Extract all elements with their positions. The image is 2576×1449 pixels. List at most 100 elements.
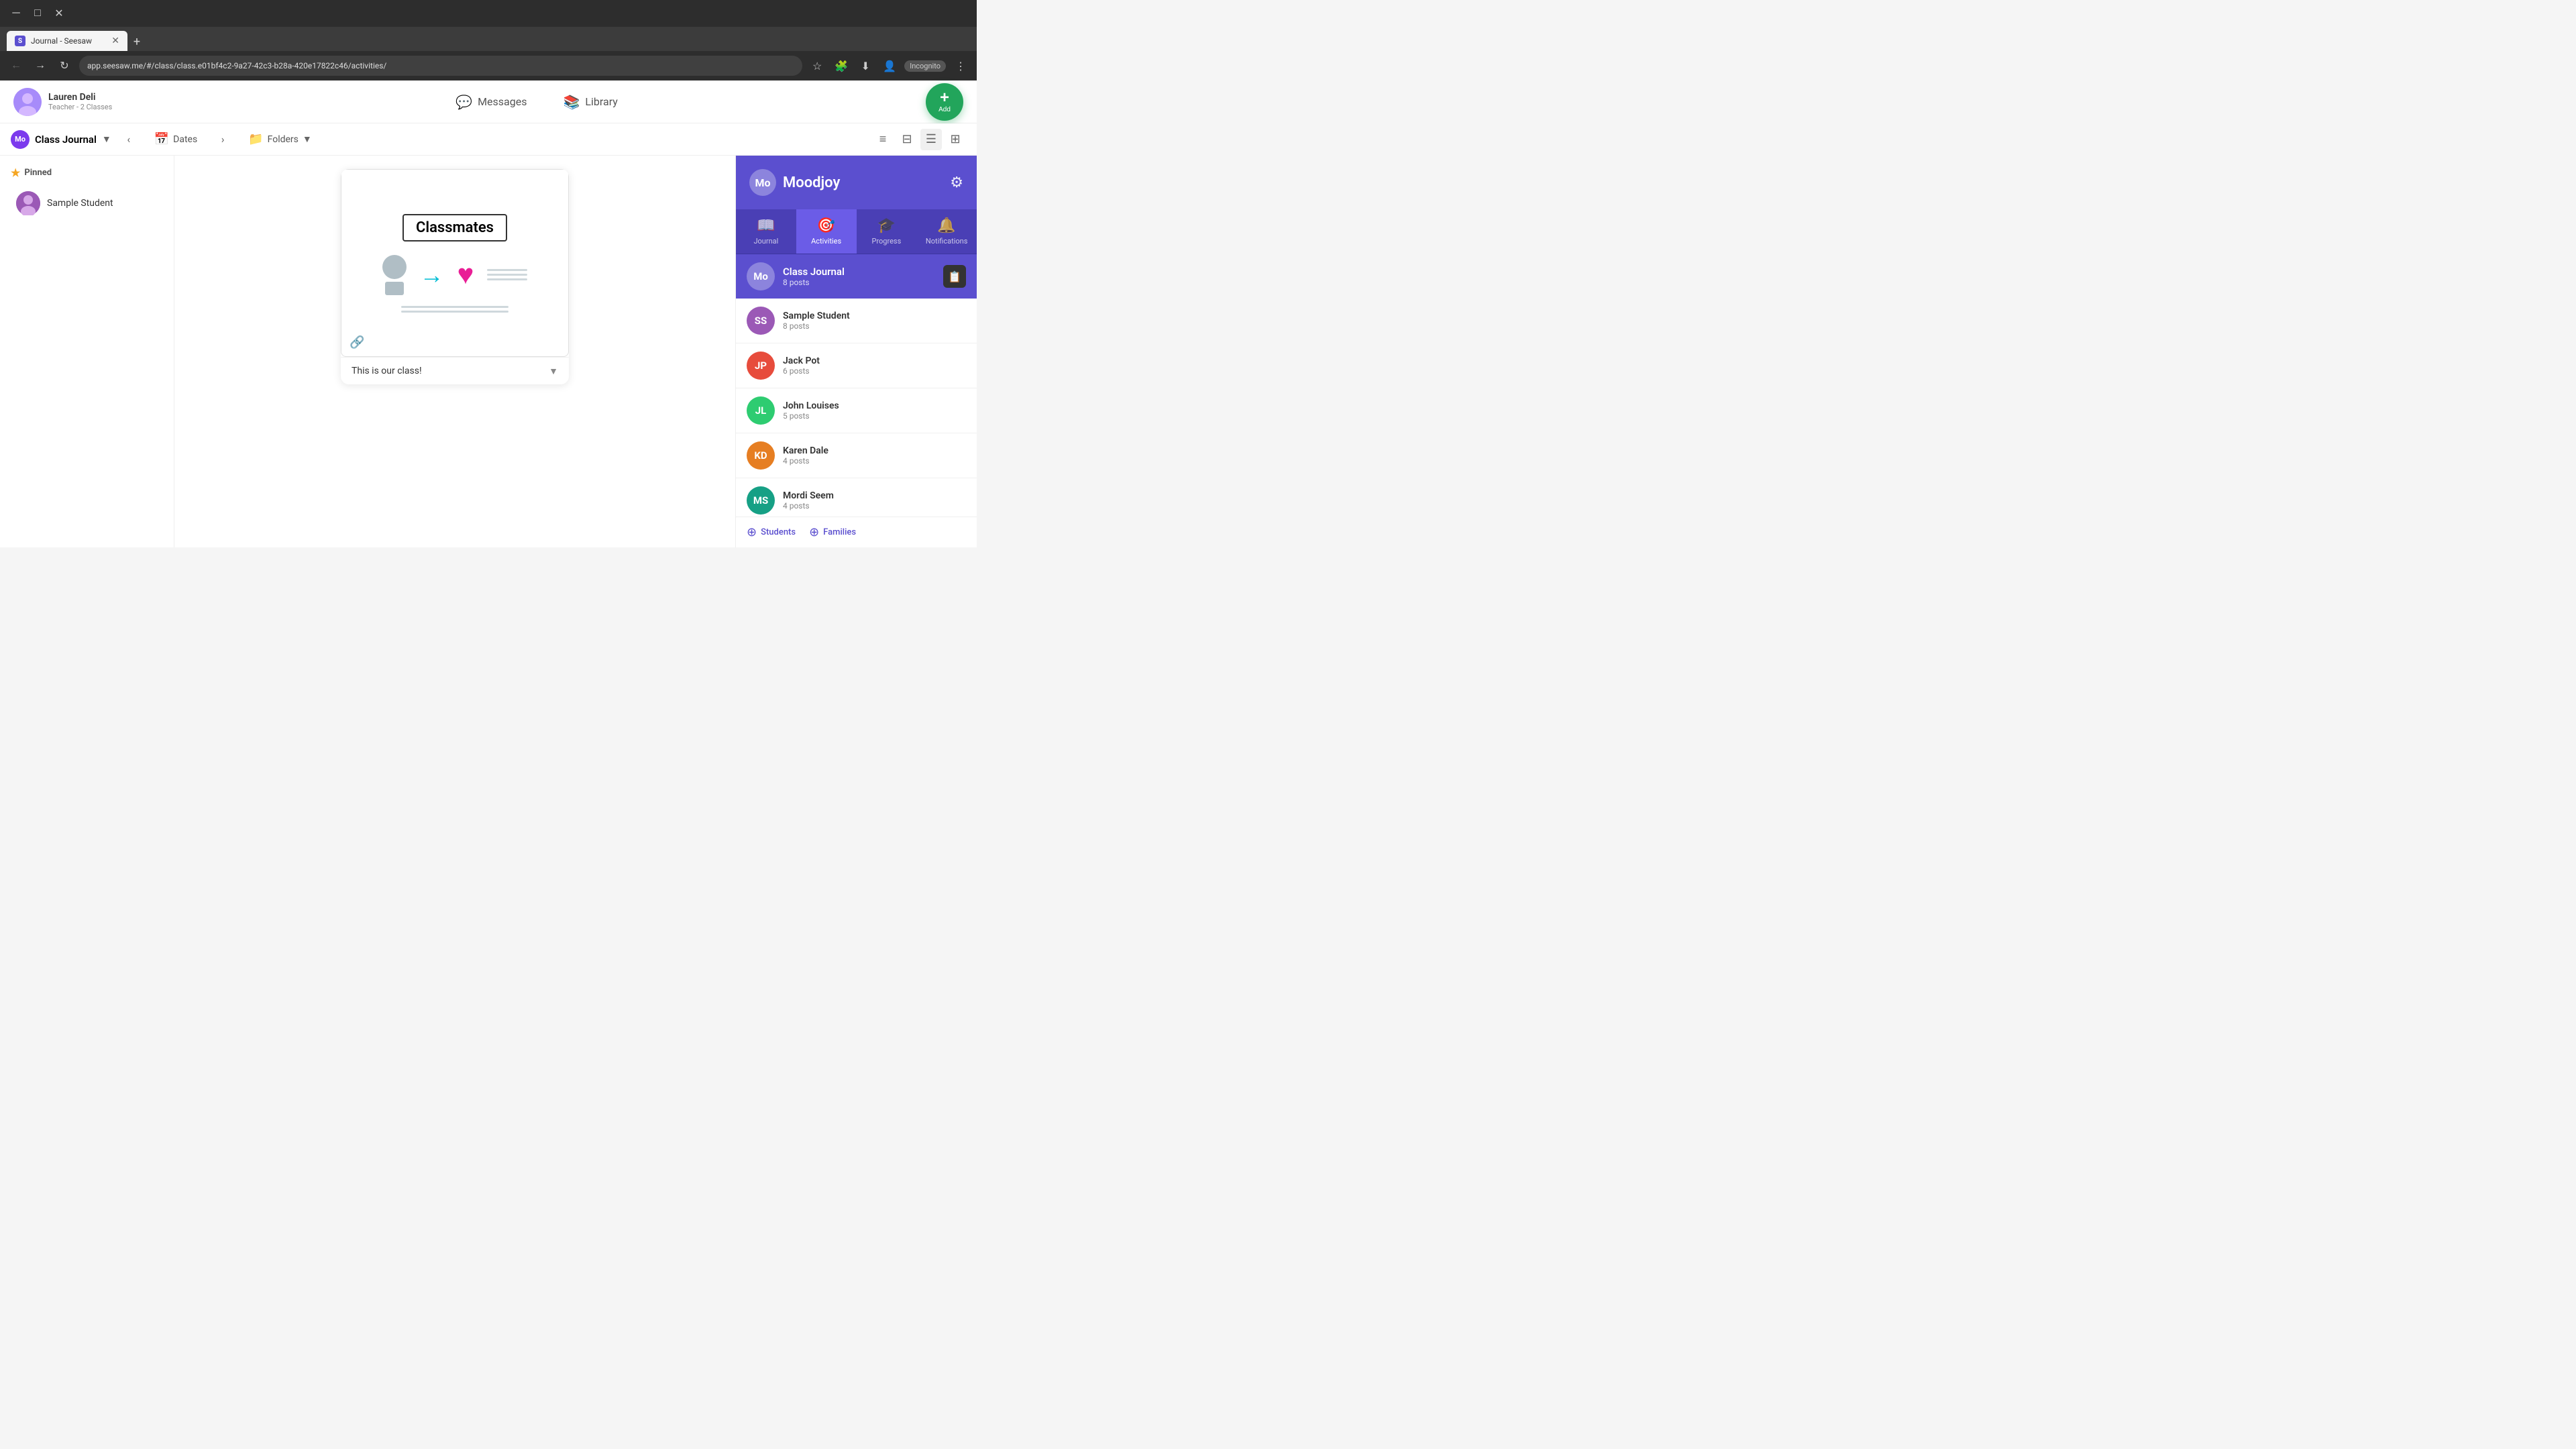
new-tab-button[interactable]: + xyxy=(127,32,146,51)
tab-bar: S Journal - Seesaw ✕ + xyxy=(0,27,977,51)
student-name: Karen Dale xyxy=(783,445,828,456)
class-journal-action-button[interactable]: 📋 xyxy=(943,265,966,288)
grid-view-button[interactable]: ⊞ xyxy=(945,129,966,150)
caption-expand-icon[interactable]: ▼ xyxy=(549,366,558,377)
maximize-button[interactable]: □ xyxy=(28,4,47,23)
list-item[interactable]: JP Jack Pot 6 posts xyxy=(736,343,977,388)
next-arrow-button[interactable]: › xyxy=(213,130,232,149)
list-item[interactable]: MS Mordi Seem 4 posts xyxy=(736,478,977,517)
messages-nav-item[interactable]: 💬 Messages xyxy=(447,89,535,115)
post-lines xyxy=(388,306,522,313)
student-info: Jack Pot 6 posts xyxy=(783,356,820,376)
filter-sliders-button[interactable]: ⊟ xyxy=(896,129,918,150)
messages-icon: 💬 xyxy=(455,94,472,110)
tab-progress[interactable]: 🎓 Progress xyxy=(857,209,917,254)
class-journal-avatar: Mo xyxy=(747,262,775,290)
star-icon: ★ xyxy=(11,166,20,179)
post-caption: This is our class! ▼ xyxy=(341,357,569,384)
filter-options-button[interactable]: ≡ xyxy=(872,129,894,150)
view-toggle-buttons: ≡ ⊟ ☰ ⊞ xyxy=(872,129,966,150)
prev-arrow-button[interactable]: ‹ xyxy=(119,130,138,149)
student-info: Mordi Seem 4 posts xyxy=(783,490,834,511)
heart-icon: ♥ xyxy=(458,258,474,291)
avatar: JP xyxy=(747,352,775,380)
bookmark-button[interactable]: ☆ xyxy=(808,56,826,75)
class-dropdown-chevron-icon: ▼ xyxy=(102,133,111,145)
add-students-label: Students xyxy=(761,527,796,537)
download-button[interactable]: ⬇ xyxy=(856,56,875,75)
folders-filter-button[interactable]: 📁 Folders ▼ xyxy=(240,129,320,149)
class-full-name: Moodjoy xyxy=(783,174,840,191)
reload-button[interactable]: ↻ xyxy=(55,56,74,75)
class-journal-item[interactable]: Mo Class Journal 8 posts 📋 xyxy=(736,254,977,299)
post-scene: → ♥ xyxy=(382,255,528,295)
tab-journal[interactable]: 📖 Journal xyxy=(736,209,796,254)
library-icon: 📚 xyxy=(563,94,580,110)
post-caption-text: This is our class! xyxy=(352,366,422,376)
address-bar-row: ← → ↻ app.seesaw.me/#/class/class.e01bf4… xyxy=(0,51,977,80)
avatar: SS xyxy=(747,307,775,335)
pinned-label: ★ Pinned xyxy=(11,166,163,179)
active-tab[interactable]: S Journal - Seesaw ✕ xyxy=(7,31,127,51)
activities-tab-icon: 🎯 xyxy=(817,217,835,234)
extensions-button[interactable]: 🧩 xyxy=(832,56,851,75)
student-info: Karen Dale 4 posts xyxy=(783,445,828,466)
avatar xyxy=(16,191,40,215)
dates-label: Dates xyxy=(173,134,197,145)
settings-icon[interactable]: ⚙ xyxy=(950,174,963,191)
tab-activities[interactable]: 🎯 Activities xyxy=(796,209,857,254)
add-button[interactable]: + Add xyxy=(926,83,963,121)
student-posts: 4 posts xyxy=(783,456,828,466)
library-nav-item[interactable]: 📚 Library xyxy=(555,89,625,115)
progress-tab-label: Progress xyxy=(871,237,901,246)
class-journal-posts: 8 posts xyxy=(783,278,935,287)
student-posts: 5 posts xyxy=(783,411,839,421)
forward-button[interactable]: → xyxy=(31,56,50,75)
panel-add-row: ⊕ Students ⊕ Families xyxy=(736,517,977,547)
class-journal-info: Class Journal 8 posts xyxy=(783,266,935,287)
dates-filter-button[interactable]: 📅 Dates xyxy=(146,129,205,149)
progress-tab-icon: 🎓 xyxy=(877,217,896,234)
arrow-right-icon: → xyxy=(420,261,444,289)
tab-notifications[interactable]: 🔔 Notifications xyxy=(916,209,977,254)
student-name: John Louises xyxy=(783,400,839,411)
list-item[interactable]: JL John Louises 5 posts xyxy=(736,388,977,433)
folders-label: Folders xyxy=(268,134,299,145)
student-info: Sample Student 8 posts xyxy=(783,311,850,331)
window-buttons[interactable]: ─ □ ✕ xyxy=(7,4,68,23)
address-bar[interactable]: app.seesaw.me/#/class/class.e01bf4c2-9a2… xyxy=(79,56,802,76)
minimize-button[interactable]: ─ xyxy=(7,4,25,23)
add-students-button[interactable]: ⊕ Students xyxy=(747,525,796,539)
add-families-button[interactable]: ⊕ Families xyxy=(809,525,856,539)
main-content: ★ Pinned Sample Student xyxy=(0,156,977,547)
student-posts: 4 posts xyxy=(783,501,834,511)
calendar-icon: 📅 xyxy=(154,132,169,146)
header-nav: 💬 Messages 📚 Library xyxy=(161,89,912,115)
app-container: Lauren Deli Teacher - 2 Classes 💬 Messag… xyxy=(0,80,977,547)
add-families-icon: ⊕ xyxy=(809,525,819,539)
list-item[interactable]: SS Sample Student 8 posts xyxy=(736,299,977,343)
list-item[interactable]: Sample Student xyxy=(11,186,163,221)
student-name: Sample Student xyxy=(783,311,850,321)
notifications-tab-label: Notifications xyxy=(926,237,968,246)
menu-button[interactable]: ⋮ xyxy=(951,56,970,75)
post-card: Classmates → ♥ xyxy=(341,169,569,384)
pinned-section: ★ Pinned Sample Student xyxy=(11,166,163,221)
close-window-button[interactable]: ✕ xyxy=(50,4,68,23)
class-avatar: Mo xyxy=(11,130,30,149)
list-item[interactable]: KD Karen Dale 4 posts xyxy=(736,433,977,478)
tab-close-button[interactable]: ✕ xyxy=(111,36,119,46)
user-role: Teacher - 2 Classes xyxy=(48,103,112,111)
url-text: app.seesaw.me/#/class/class.e01bf4c2-9a2… xyxy=(87,61,386,70)
back-button[interactable]: ← xyxy=(7,56,25,75)
add-students-icon: ⊕ xyxy=(747,525,757,539)
student-posts: 8 posts xyxy=(783,321,850,331)
list-view-button[interactable]: ☰ xyxy=(920,129,942,150)
class-name: Class Journal xyxy=(35,133,97,146)
center-content: Classmates → ♥ xyxy=(174,156,735,547)
profile-button[interactable]: 👤 xyxy=(880,56,899,75)
app-header: Lauren Deli Teacher - 2 Classes 💬 Messag… xyxy=(0,80,977,123)
link-icon[interactable]: 🔗 xyxy=(350,335,364,350)
avatar: KD xyxy=(747,441,775,470)
class-selector[interactable]: Mo Class Journal ▼ xyxy=(11,130,111,149)
